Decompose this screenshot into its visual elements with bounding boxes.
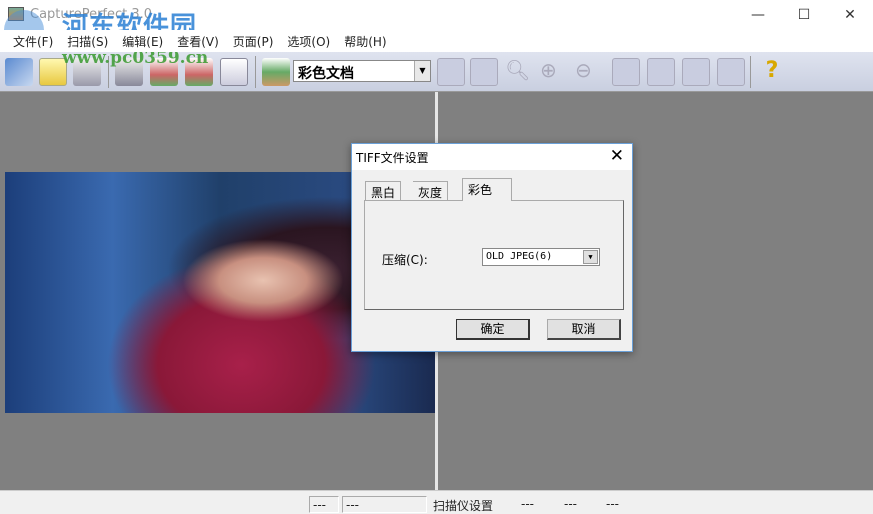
help-icon[interactable]: ?: [758, 58, 786, 86]
page-icon[interactable]: [682, 58, 710, 86]
maximize-button[interactable]: ☐: [781, 0, 827, 30]
compression-value: OLD JPEG(6): [486, 251, 553, 262]
menu-options[interactable]: 选项(O): [280, 30, 337, 52]
menu-help[interactable]: 帮助(H): [337, 30, 393, 52]
profile-value: 彩色文档: [298, 66, 354, 82]
status-field: ---: [342, 496, 427, 513]
menu-edit[interactable]: 编辑(E): [115, 30, 170, 52]
status-bar: --- --- 扫描仪设置 --- --- ---: [0, 490, 873, 514]
chevron-down-icon[interactable]: ▼: [583, 250, 598, 264]
status-field: ---: [564, 497, 577, 511]
status-scanner: 扫描仪设置: [433, 499, 494, 513]
scan-settings-icon[interactable]: [262, 58, 290, 86]
menu-view[interactable]: 查看(V): [170, 30, 226, 52]
chevron-down-icon[interactable]: ▼: [414, 61, 430, 81]
compression-select[interactable]: OLD JPEG(6) ▼: [482, 248, 600, 266]
menu-scan[interactable]: 扫描(S): [60, 30, 115, 52]
dialog-close-icon[interactable]: ✕: [610, 146, 624, 166]
zoom-out-icon[interactable]: ⊖: [575, 58, 603, 86]
dialog-title: TIFF文件设置: [356, 151, 429, 165]
menu-page[interactable]: 页面(P): [226, 30, 281, 52]
fit-page-icon[interactable]: [470, 58, 498, 86]
tab-gray[interactable]: 灰度: [413, 181, 449, 201]
open-icon[interactable]: [5, 58, 33, 86]
ok-button[interactable]: 确定: [456, 319, 530, 340]
status-field: ---: [309, 496, 339, 513]
status-field: ---: [521, 497, 534, 511]
tab-bw[interactable]: 黑白: [365, 181, 402, 201]
zoom-icon[interactable]: 🔍︎: [505, 58, 533, 86]
page-prev-icon[interactable]: [612, 58, 640, 86]
menu-bar: 文件(F) 扫描(S) 编辑(E) 查看(V) 页面(P) 选项(O) 帮助(H…: [0, 30, 873, 52]
page-last-icon[interactable]: [717, 58, 745, 86]
compression-label: 压缩(C):: [382, 253, 428, 267]
tiff-settings-dialog: TIFF文件设置 ✕ 黑白 灰度 彩色 压缩(C): OLD JPEG(6) ▼ …: [351, 143, 633, 352]
zoom-in-icon[interactable]: ⊕: [540, 58, 568, 86]
close-button[interactable]: ✕: [827, 0, 873, 30]
profile-select[interactable]: 彩色文档 ▼: [293, 60, 431, 82]
menu-file[interactable]: 文件(F): [6, 30, 60, 52]
tab-color[interactable]: 彩色: [462, 178, 512, 201]
email-icon[interactable]: [220, 58, 248, 86]
status-field: ---: [606, 497, 619, 511]
cancel-button[interactable]: 取消: [547, 319, 621, 340]
page-next-icon[interactable]: [647, 58, 675, 86]
minimize-button[interactable]: —: [735, 0, 781, 30]
fit-width-icon[interactable]: [437, 58, 465, 86]
dialog-title-bar: TIFF文件设置: [352, 144, 632, 170]
